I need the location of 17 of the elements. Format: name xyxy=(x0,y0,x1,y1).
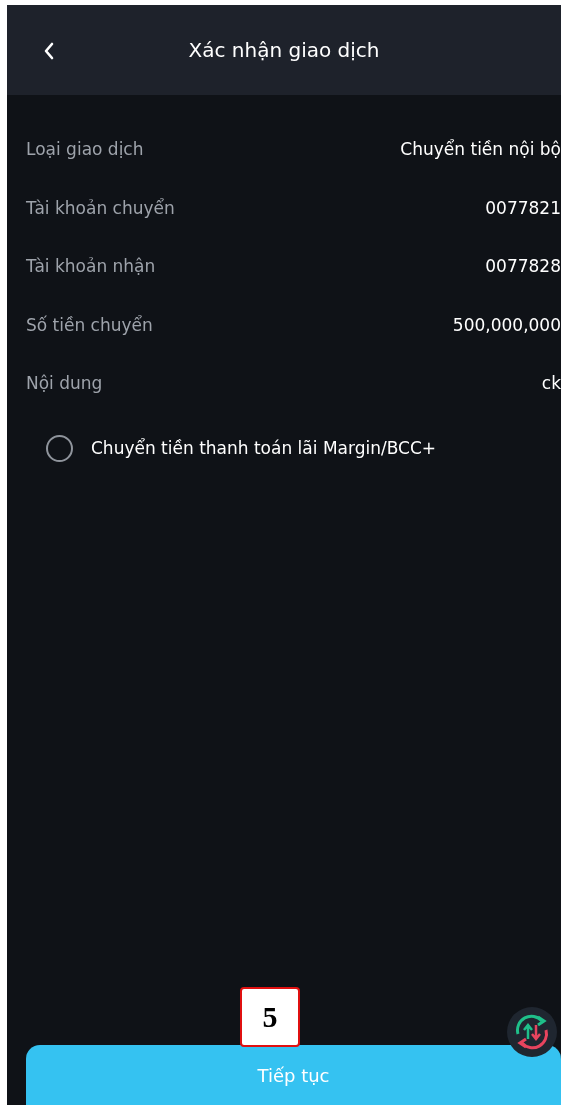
step-marker: 5 xyxy=(240,987,300,1047)
detail-label: Số tiền chuyển xyxy=(26,314,153,335)
detail-value: ck xyxy=(541,373,561,394)
detail-value: 0077821 xyxy=(485,197,561,218)
screen-title: Xác nhận giao dịch xyxy=(188,38,380,62)
detail-label: Tài khoản chuyển xyxy=(26,197,175,218)
detail-value: Chuyển tiền nội bộ xyxy=(400,139,561,160)
transfer-icon[interactable] xyxy=(507,1007,557,1057)
detail-label: Loại giao dịch xyxy=(26,139,144,160)
detail-value: 500,000,000 xyxy=(452,314,561,335)
continue-button[interactable]: Tiếp tục xyxy=(26,1045,561,1105)
detail-label: Tài khoản nhận xyxy=(26,256,156,277)
option-label: Chuyển tiền thanh toán lãi Margin/BCC+ xyxy=(91,438,437,458)
radio-button[interactable] xyxy=(46,434,73,462)
detail-label: Nội dung xyxy=(26,373,103,394)
detail-value: 0077828 xyxy=(485,256,561,277)
back-icon[interactable] xyxy=(43,42,55,60)
